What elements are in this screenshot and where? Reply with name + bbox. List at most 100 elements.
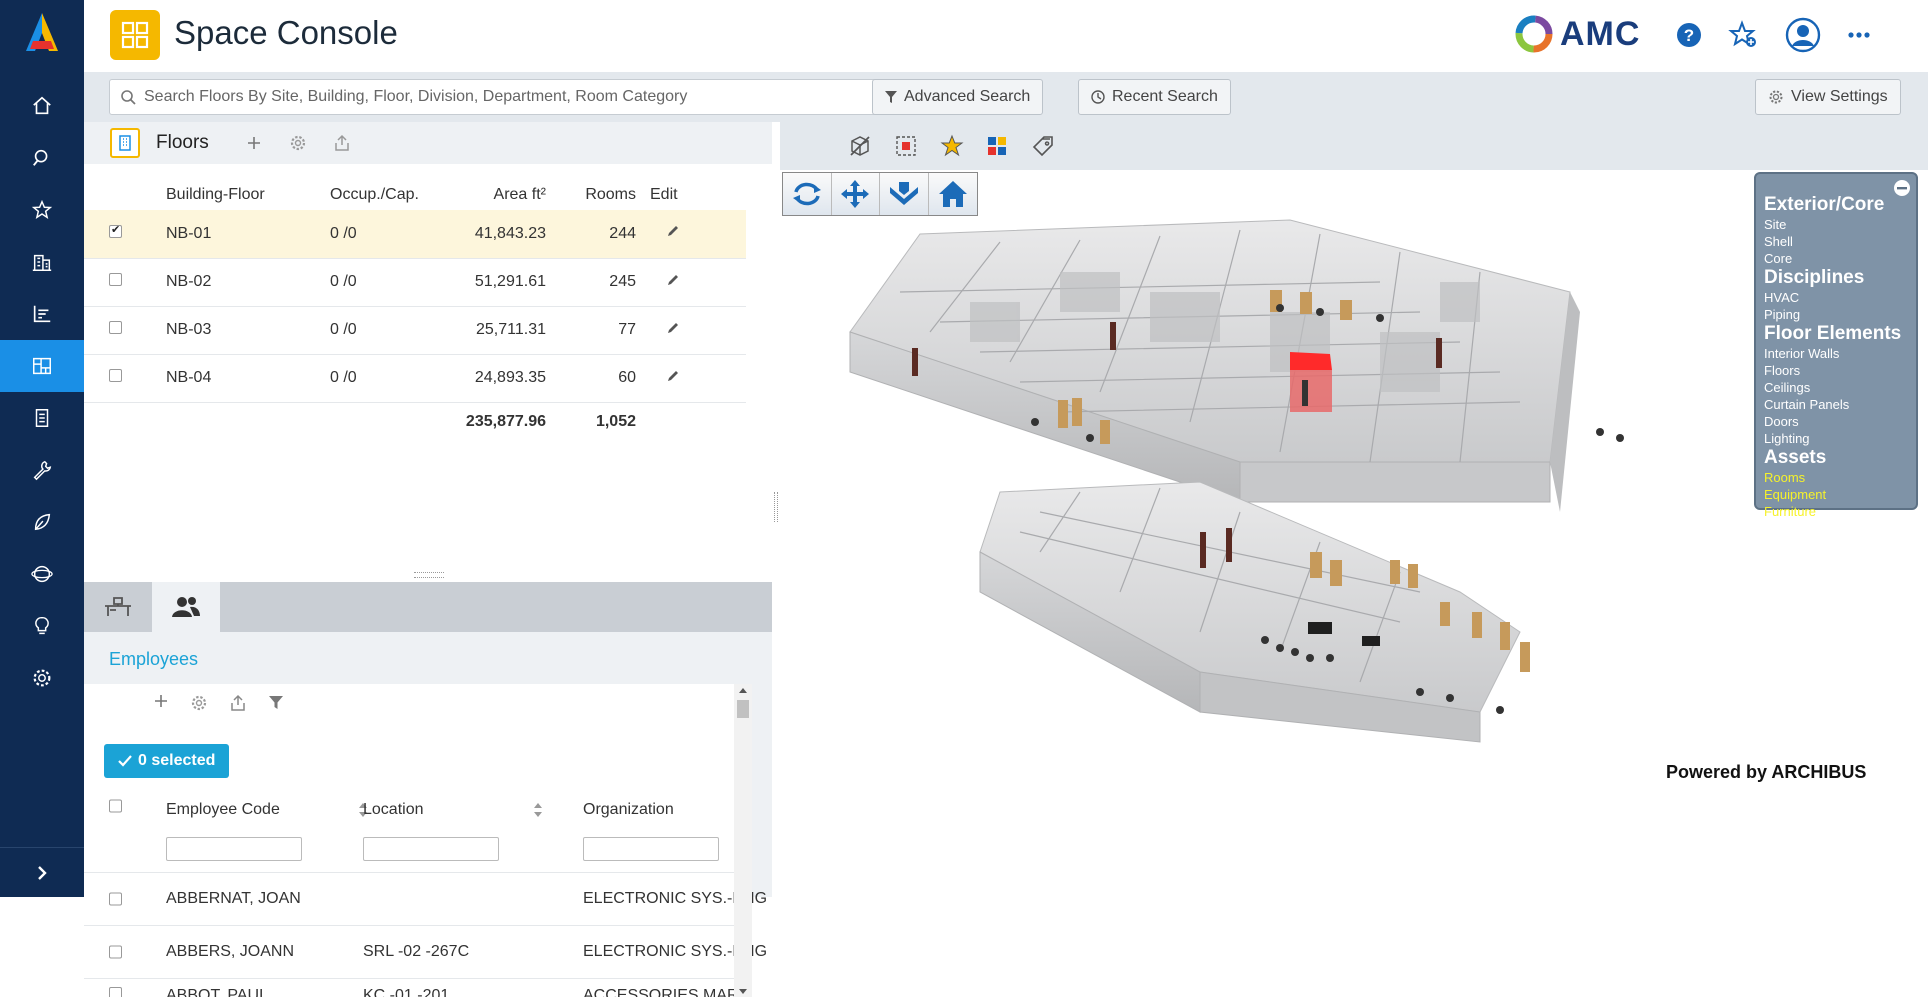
layer-item[interactable]: Doors <box>1764 413 1910 430</box>
floors-export-button[interactable] <box>331 132 353 154</box>
nav-favorites[interactable] <box>0 184 84 236</box>
nav-home[interactable] <box>0 80 84 132</box>
vertical-splitter[interactable] <box>772 122 780 897</box>
more-menu-button[interactable] <box>1844 18 1874 52</box>
edit-floor-button[interactable] <box>650 258 746 307</box>
row-checkbox[interactable] <box>109 369 122 382</box>
help-button[interactable]: ? <box>1674 18 1704 52</box>
employee-code-filter[interactable] <box>166 837 302 861</box>
row-checkbox[interactable] <box>109 273 122 286</box>
edit-floor-button[interactable] <box>650 306 746 355</box>
recent-search-button[interactable]: Recent Search <box>1078 79 1231 115</box>
row-checkbox[interactable] <box>109 223 122 238</box>
col-rooms[interactable]: Rooms <box>560 180 650 210</box>
layers-grid-button[interactable] <box>983 132 1011 160</box>
gear-icon[interactable] <box>190 694 208 712</box>
row-checkbox[interactable] <box>109 987 122 997</box>
advanced-search-button[interactable]: Advanced Search <box>872 79 1044 115</box>
layer-item[interactable]: Piping <box>1764 306 1910 323</box>
nav-reports[interactable] <box>0 288 84 340</box>
nav-sustainability[interactable] <box>0 496 84 548</box>
layer-group-title[interactable]: Exterior/Core <box>1764 194 1910 216</box>
floor-row[interactable]: NB-02 0 /0 51,291.61 245 <box>84 258 746 307</box>
nav-settings[interactable] <box>0 652 84 704</box>
row-checkbox[interactable] <box>109 892 122 906</box>
plus-icon[interactable] <box>154 694 168 708</box>
pan-button[interactable] <box>831 173 880 215</box>
floors-settings-button[interactable] <box>287 132 309 154</box>
nav-buildings[interactable] <box>0 236 84 288</box>
col-employee-code[interactable]: Employee Code <box>166 801 280 819</box>
select-all-checkbox[interactable] <box>109 799 122 813</box>
floor-row[interactable]: NB-04 0 /0 24,893.35 60 <box>84 354 746 403</box>
location-filter[interactable] <box>363 837 499 861</box>
hide-item-button[interactable] <box>846 132 874 160</box>
view-settings-button[interactable]: View Settings <box>1755 79 1901 115</box>
zoom-down-button[interactable] <box>880 173 929 215</box>
export-icon[interactable] <box>230 694 246 712</box>
nav-workplace[interactable] <box>0 548 84 600</box>
layer-item[interactable]: Shell <box>1764 233 1910 250</box>
nav-search[interactable] <box>0 132 84 184</box>
layer-item[interactable]: Floors <box>1764 362 1910 379</box>
layer-item[interactable]: Lighting <box>1764 430 1910 447</box>
app-tile[interactable] <box>110 10 160 60</box>
layer-group-title[interactable]: Disciplines <box>1764 267 1910 289</box>
scroll-thumb[interactable] <box>737 700 749 718</box>
home-view-button[interactable] <box>928 173 977 215</box>
nav-space[interactable] <box>0 340 84 392</box>
isolate-icon <box>896 136 916 156</box>
layer-item[interactable]: Equipment <box>1764 486 1910 503</box>
add-floor-button[interactable] <box>243 132 265 154</box>
orbit-button[interactable] <box>783 173 832 215</box>
layer-item[interactable]: HVAC <box>1764 289 1910 306</box>
col-area[interactable]: Area ft² <box>450 180 560 210</box>
employee-row[interactable]: ABBERNAT, JOAN ELECTRONIC SYS.-ENG <box>84 872 767 925</box>
panel-resize-handle[interactable] <box>414 572 444 578</box>
minimize-layers-button[interactable] <box>1894 180 1910 196</box>
layer-item[interactable]: Rooms <box>1764 469 1910 486</box>
employee-row[interactable]: ABBOT, PAUL KC -01 -201 ACCESSORIES MARK… <box>84 978 752 997</box>
organization-filter[interactable] <box>583 837 719 861</box>
layer-item[interactable]: Site <box>1764 216 1910 233</box>
highlight-button[interactable] <box>938 132 966 160</box>
tab-employees[interactable] <box>152 582 220 632</box>
search-input[interactable] <box>144 88 934 106</box>
app-logo[interactable] <box>0 0 84 64</box>
layer-item[interactable]: Ceilings <box>1764 379 1910 396</box>
layer-item[interactable]: Curtain Panels <box>1764 396 1910 413</box>
search-field[interactable] <box>109 79 945 115</box>
nav-documents[interactable] <box>0 392 84 444</box>
building-3d-model[interactable] <box>820 212 1750 752</box>
floor-area: 25,711.31 <box>450 306 560 355</box>
layer-item[interactable]: Interior Walls <box>1764 345 1910 362</box>
col-organization[interactable]: Organization <box>583 801 674 819</box>
employees-scrollbar[interactable] <box>734 684 752 997</box>
nav-ideas[interactable] <box>0 600 84 652</box>
nav-maintenance[interactable] <box>0 444 84 496</box>
isolate-button[interactable] <box>892 132 920 160</box>
layer-item[interactable]: Furniture <box>1764 503 1910 520</box>
col-location[interactable]: Location <box>363 801 424 819</box>
edit-floor-button[interactable] <box>650 210 746 259</box>
selected-count-button[interactable]: 0 selected <box>104 744 230 778</box>
floor-row[interactable]: NB-01 0 /0 41,843.23 244 <box>84 210 746 259</box>
employee-row[interactable]: ABBERS, JOANN SRL -02 -267C ELECTRONIC S… <box>84 925 767 978</box>
expand-nav-button[interactable] <box>0 847 84 897</box>
user-profile-button[interactable] <box>1784 17 1822 53</box>
col-building-floor[interactable]: Building-Floor <box>166 180 330 210</box>
edit-floor-button[interactable] <box>650 354 746 403</box>
layer-group-title[interactable]: Assets <box>1764 447 1910 469</box>
favorites-button[interactable] <box>1728 18 1758 52</box>
tab-workstations[interactable] <box>84 582 152 632</box>
floor-row[interactable]: NB-03 0 /0 25,711.31 77 <box>84 306 746 355</box>
floor-code: NB-01 <box>166 210 330 259</box>
row-checkbox[interactable] <box>109 945 122 959</box>
row-checkbox[interactable] <box>109 321 122 334</box>
col-occupancy[interactable]: Occup./Cap. <box>330 180 450 210</box>
layer-item[interactable]: Core <box>1764 250 1910 267</box>
tag-button[interactable] <box>1029 132 1057 160</box>
filter-icon[interactable] <box>268 694 284 710</box>
floor-occupancy: 0 /0 <box>330 306 450 355</box>
layer-group-title[interactable]: Floor Elements <box>1764 323 1910 345</box>
